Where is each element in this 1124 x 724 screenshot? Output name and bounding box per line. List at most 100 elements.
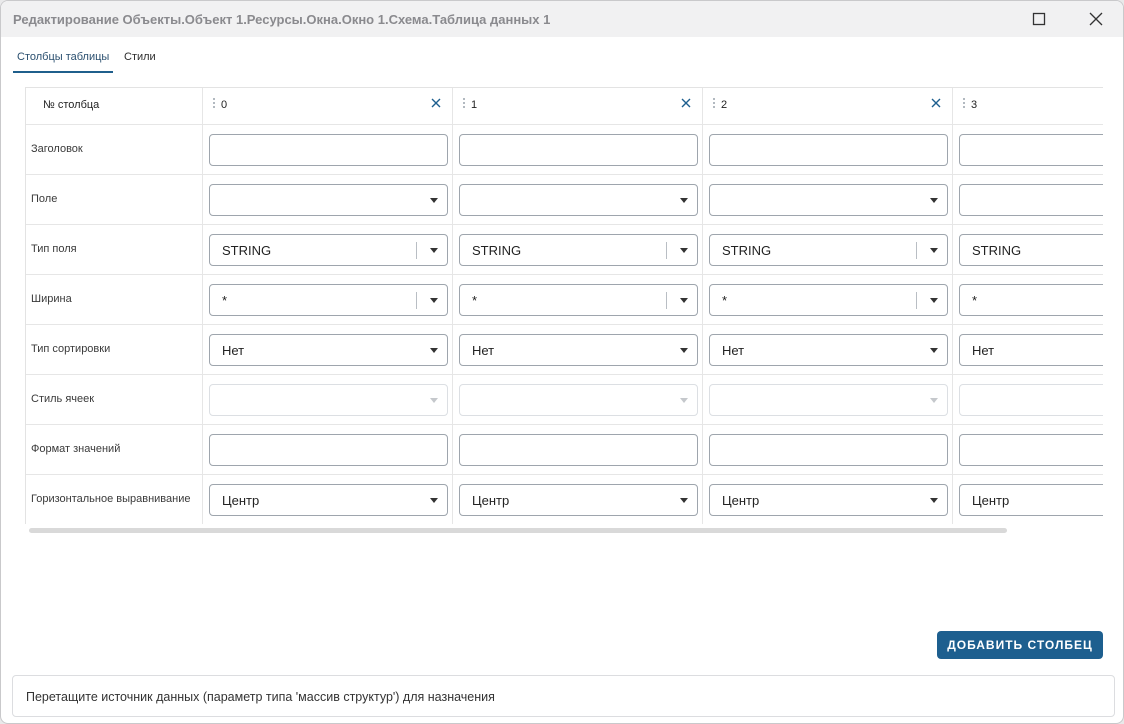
title-input[interactable]	[209, 134, 448, 166]
edit-dialog: Редактирование Объекты.Объект 1.Ресурсы.…	[0, 0, 1124, 724]
chevron-down-icon	[430, 498, 438, 503]
row-field-type: Тип поля STRING STRING STRING STRING	[26, 225, 1103, 275]
maximize-icon	[1032, 12, 1046, 26]
row-value-format: Формат значений	[26, 425, 1103, 475]
chevron-down-icon	[430, 298, 438, 303]
width-combo[interactable]: *	[709, 284, 948, 316]
chevron-down-icon	[930, 248, 938, 253]
columns-grid: № столбца 0 1 2 3 Заголовок Поле Тип пол…	[25, 87, 1103, 524]
row-cell-style: Стиль ячеек	[26, 375, 1103, 425]
row-label: Горизонтальное выравнивание	[31, 493, 191, 505]
title-input[interactable]	[459, 134, 698, 166]
value-format-input[interactable]	[709, 434, 948, 466]
field-select[interactable]	[209, 184, 448, 216]
cell-style-select	[959, 384, 1103, 416]
h-align-select[interactable]: Центр	[459, 484, 698, 516]
cell-style-select	[709, 384, 948, 416]
field-select[interactable]	[459, 184, 698, 216]
drag-handle-icon[interactable]	[713, 98, 716, 109]
row-label: Формат значений	[31, 443, 121, 455]
chevron-down-icon	[430, 198, 438, 203]
column-header-1[interactable]: 1	[453, 88, 703, 124]
chevron-down-icon	[680, 348, 688, 353]
data-source-dropzone[interactable]: Перетащите источник данных (параметр тип…	[12, 675, 1115, 717]
value-format-input[interactable]	[459, 434, 698, 466]
column-header-0[interactable]: 0	[203, 88, 453, 124]
column-header-2[interactable]: 2	[703, 88, 953, 124]
chevron-down-icon	[930, 298, 938, 303]
drag-handle-icon[interactable]	[213, 98, 216, 109]
row-label: Ширина	[31, 293, 72, 305]
chevron-down-icon	[930, 198, 938, 203]
cell-style-select	[209, 384, 448, 416]
column-header-3[interactable]: 3	[953, 88, 1103, 124]
close-button[interactable]	[1081, 5, 1111, 33]
width-combo[interactable]: *	[459, 284, 698, 316]
chevron-down-icon	[930, 498, 938, 503]
width-combo[interactable]: *	[959, 284, 1103, 316]
chevron-down-icon	[430, 248, 438, 253]
title-input[interactable]	[709, 134, 948, 166]
close-icon	[431, 98, 441, 108]
title-bar[interactable]: Редактирование Объекты.Объект 1.Ресурсы.…	[1, 1, 1123, 37]
value-format-input[interactable]	[959, 434, 1103, 466]
maximize-button[interactable]	[1024, 5, 1054, 33]
column-number: 1	[471, 99, 478, 111]
sort-type-select[interactable]: Нет	[209, 334, 448, 366]
row-sort-type: Тип сортировки Нет Нет Нет Нет	[26, 325, 1103, 375]
row-h-align: Горизонтальное выравнивание Центр Центр …	[26, 475, 1103, 524]
column-number: 3	[971, 99, 978, 111]
remove-column-button[interactable]	[678, 95, 694, 111]
sort-type-select[interactable]: Нет	[459, 334, 698, 366]
field-type-combo[interactable]: STRING	[959, 234, 1103, 266]
drag-handle-icon[interactable]	[463, 98, 466, 109]
row-label: Заголовок	[31, 143, 83, 155]
chevron-down-icon	[680, 248, 688, 253]
tab-styles[interactable]: Стили	[124, 49, 156, 73]
chevron-down-icon	[930, 348, 938, 353]
chevron-down-icon	[680, 198, 688, 203]
remove-column-button[interactable]	[928, 95, 944, 111]
sort-type-select[interactable]: Нет	[709, 334, 948, 366]
row-field: Поле	[26, 175, 1103, 225]
close-icon	[931, 98, 941, 108]
field-select[interactable]	[959, 184, 1103, 216]
h-align-select[interactable]: Центр	[209, 484, 448, 516]
chevron-down-icon	[680, 498, 688, 503]
width-combo[interactable]: *	[209, 284, 448, 316]
chevron-down-icon	[430, 398, 438, 403]
header-row: № столбца 0 1 2 3	[26, 88, 1103, 125]
row-label: Тип сортировки	[31, 343, 111, 355]
h-align-select[interactable]: Центр	[959, 484, 1103, 516]
add-column-button[interactable]: ДОБАВИТЬ СТОЛБЕЦ	[937, 631, 1103, 659]
row-label: Стиль ячеек	[31, 393, 95, 405]
window-title: Редактирование Объекты.Объект 1.Ресурсы.…	[13, 12, 551, 27]
field-type-combo[interactable]: STRING	[709, 234, 948, 266]
remove-column-button[interactable]	[428, 95, 444, 111]
close-icon	[1089, 12, 1103, 26]
column-number: 0	[221, 99, 228, 111]
chevron-down-icon	[930, 398, 938, 403]
dropzone-hint: Перетащите источник данных (параметр тип…	[26, 690, 495, 704]
sort-type-select[interactable]: Нет	[959, 334, 1103, 366]
chevron-down-icon	[430, 348, 438, 353]
column-number: 2	[721, 99, 728, 111]
row-title: Заголовок	[26, 125, 1103, 175]
row-width: Ширина * * * *	[26, 275, 1103, 325]
drag-handle-icon[interactable]	[963, 98, 966, 109]
horizontal-scrollbar[interactable]	[29, 528, 1007, 533]
row-label: Тип поля	[31, 243, 77, 255]
chevron-down-icon	[680, 298, 688, 303]
chevron-down-icon	[680, 398, 688, 403]
field-select[interactable]	[709, 184, 948, 216]
tab-table-columns[interactable]: Столбцы таблицы	[13, 49, 114, 73]
row-label: Поле	[31, 193, 58, 205]
field-type-combo[interactable]: STRING	[459, 234, 698, 266]
cell-style-select	[459, 384, 698, 416]
close-icon	[681, 98, 691, 108]
h-align-select[interactable]: Центр	[709, 484, 948, 516]
column-number-header: № столбца	[43, 99, 100, 111]
value-format-input[interactable]	[209, 434, 448, 466]
field-type-combo[interactable]: STRING	[209, 234, 448, 266]
title-input[interactable]	[959, 134, 1103, 166]
